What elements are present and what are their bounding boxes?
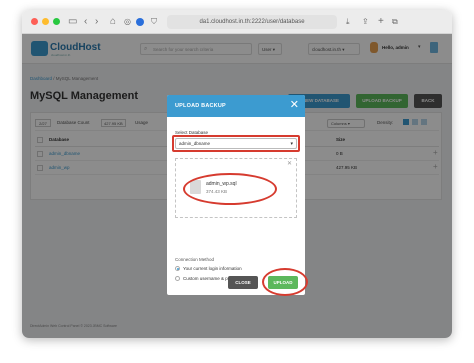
new-tab-icon[interactable]: + <box>378 15 384 29</box>
sidebar-toggle-icon[interactable]: ▭ <box>68 15 77 29</box>
page: CloudHost cloudhost.in.th ⌕ Search for y… <box>22 34 452 338</box>
address-bar[interactable]: da1.cloudhost.in.th:2222/user/database <box>167 15 337 29</box>
tabs-overview-icon[interactable]: ⧉ <box>392 15 398 29</box>
browser-toolbar: ▭ ‹ › ⌂ ◎ ⛉ da1.cloudhost.in.th:2222/use… <box>22 10 452 34</box>
back-arrow-icon[interactable]: ‹ <box>84 15 87 29</box>
close-icon[interactable]: ✕ <box>290 98 299 112</box>
maximize-window-button[interactable] <box>53 18 60 25</box>
highlight-ellipse <box>262 268 308 296</box>
extension-icon[interactable] <box>136 18 144 26</box>
shield-icon[interactable]: ⛉ <box>151 15 157 29</box>
radio-current-login[interactable] <box>175 266 180 271</box>
highlight-ellipse <box>183 173 277 205</box>
upload-backup-dialog: UPLOAD BACKUP ✕ Select Database admin_db… <box>167 95 305 295</box>
close-button[interactable]: CLOSE <box>228 276 258 289</box>
minimize-window-button[interactable] <box>42 18 49 25</box>
dialog-title: UPLOAD BACKUP <box>175 103 226 109</box>
share-icon[interactable]: ⇪ <box>362 15 369 29</box>
connection-method-label: Connection Method <box>175 257 215 262</box>
home-icon[interactable]: ⌂ <box>110 15 116 29</box>
close-window-button[interactable] <box>31 18 38 25</box>
remove-file-icon[interactable]: ✕ <box>287 160 292 167</box>
browser-window: ▭ ‹ › ⌂ ◎ ⛉ da1.cloudhost.in.th:2222/use… <box>22 10 452 338</box>
download-icon[interactable]: ⤓ <box>346 15 350 29</box>
privacy-icon[interactable]: ◎ <box>124 15 131 29</box>
dialog-header: UPLOAD BACKUP ✕ <box>167 95 305 117</box>
option-current-login-label[interactable]: Your current login information <box>183 266 242 271</box>
url-text: da1.cloudhost.in.th:2222/user/database <box>199 19 305 25</box>
highlight-box <box>172 135 300 152</box>
forward-arrow-icon[interactable]: › <box>95 15 98 29</box>
radio-custom-credentials[interactable] <box>175 276 180 281</box>
